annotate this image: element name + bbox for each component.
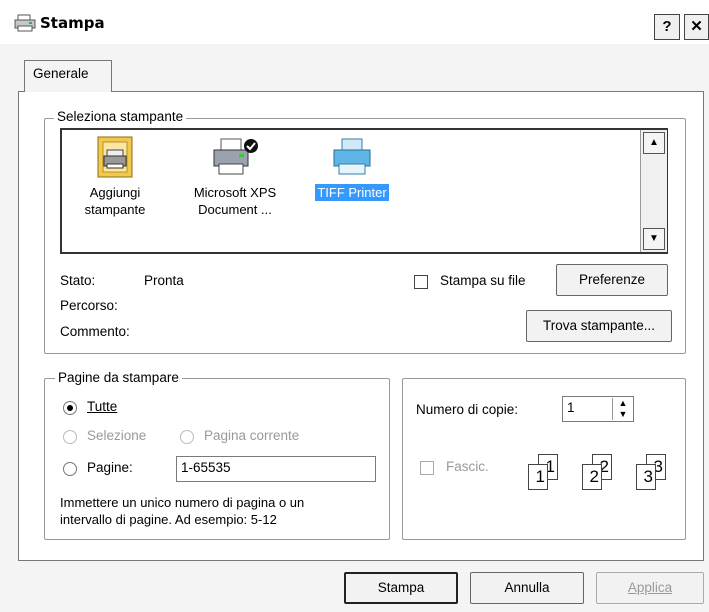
radio-current-page-label: Pagina corrente <box>204 428 300 443</box>
tiff-printer-icon <box>333 138 371 175</box>
radio-all-label: Tutte <box>87 399 118 414</box>
tab-generale[interactable]: Generale <box>24 60 112 92</box>
printer-list-scrollbar[interactable]: ▲ ▼ <box>640 130 667 252</box>
page-range-legend: Pagine da stampare <box>55 370 182 385</box>
printer-item-tiff[interactable]: TIFF Printer <box>306 136 398 201</box>
printer-label-selected: TIFF Printer <box>315 184 389 201</box>
pages-input[interactable]: 1-65535 <box>176 456 376 482</box>
printer-label-line2: Document ... <box>198 202 272 217</box>
radio-selection[interactable] <box>63 430 77 444</box>
chevron-up-icon[interactable]: ▲ <box>613 398 633 409</box>
cancel-button[interactable]: Annulla <box>470 572 584 604</box>
collate-icon: 1 1 2 2 3 3 <box>522 454 682 494</box>
collate-checkbox[interactable] <box>420 461 434 475</box>
radio-current-page[interactable] <box>180 430 194 444</box>
xps-printer-icon <box>213 138 258 175</box>
printer-label-line2: stampante <box>84 202 146 217</box>
radio-selection-label: Selezione <box>87 428 147 443</box>
status-label: Stato: <box>60 273 96 288</box>
scroll-up-icon[interactable]: ▲ <box>643 132 665 154</box>
copies-stepper[interactable]: ▲ ▼ <box>612 398 633 420</box>
find-printer-button[interactable]: Trova stampante... <box>526 310 672 342</box>
preferences-button[interactable]: Preferenze <box>556 264 668 296</box>
printer-label-line1: Aggiungi <box>89 185 141 200</box>
print-to-file-checkbox[interactable] <box>414 275 428 289</box>
printer-item-xps[interactable]: Microsoft XPS Document ... <box>180 136 290 218</box>
printer-item-add[interactable]: Aggiungi stampante <box>80 136 150 218</box>
copies-label: Numero di copie: <box>416 402 519 417</box>
radio-pages[interactable] <box>63 462 77 476</box>
select-printer-legend: Seleziona stampante <box>54 109 187 124</box>
printer-list[interactable]: Aggiungi stampante Microsoft XPS Documen… <box>60 128 668 254</box>
printer-icon <box>14 14 36 32</box>
collate-label: Fascic. <box>446 459 489 474</box>
page-range-hint: Immettere un unico numero di pagina o un… <box>60 495 305 527</box>
path-label: Percorso: <box>60 298 118 313</box>
print-to-file-label: Stampa su file <box>440 273 526 288</box>
title-bar: Stampa ? ✕ <box>0 0 709 44</box>
apply-button[interactable]: Applica <box>596 572 704 604</box>
status-value: Pronta <box>144 273 184 288</box>
add-printer-icon <box>97 136 133 178</box>
radio-pages-label: Pagine: <box>87 460 133 475</box>
radio-all[interactable] <box>63 401 77 415</box>
print-button[interactable]: Stampa <box>344 572 458 604</box>
close-button[interactable]: ✕ <box>684 14 709 40</box>
comment-label: Commento: <box>60 324 130 339</box>
printer-label-line1: Microsoft XPS <box>193 185 277 200</box>
window-title: Stampa <box>40 14 105 32</box>
help-button[interactable]: ? <box>654 14 680 40</box>
chevron-down-icon[interactable]: ▼ <box>613 409 633 420</box>
scroll-down-icon[interactable]: ▼ <box>643 228 665 250</box>
